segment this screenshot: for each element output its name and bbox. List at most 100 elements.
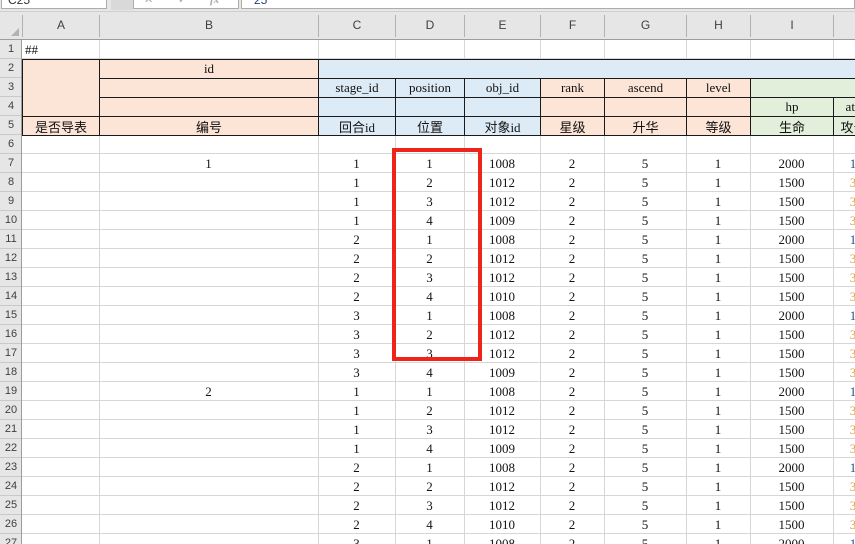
cell-F14[interactable]: 2 [540, 287, 604, 306]
cell-H9[interactable]: 1 [686, 192, 750, 211]
cell-C25[interactable]: 2 [318, 496, 395, 515]
cell-J20[interactable]: 3 [833, 401, 855, 420]
cell-D3[interactable]: position [395, 78, 465, 98]
cell-E20[interactable]: 1012 [464, 401, 540, 420]
cell-H24[interactable]: 1 [686, 477, 750, 496]
column-header-A[interactable]: A [22, 11, 100, 39]
cell-B2[interactable]: id [99, 59, 319, 79]
cell-E18[interactable]: 1009 [464, 363, 540, 382]
cell-H10[interactable]: 1 [686, 211, 750, 230]
select-all-corner[interactable] [0, 11, 22, 39]
cell-H3[interactable]: level [686, 78, 751, 98]
cell-D22[interactable]: 4 [395, 439, 464, 458]
cell-J22[interactable]: 3 [833, 439, 855, 458]
cell-G19[interactable]: 5 [604, 382, 686, 401]
cell-B5[interactable]: 编号 [99, 116, 319, 136]
cell-C19[interactable]: 1 [318, 382, 395, 401]
cell-F23[interactable]: 2 [540, 458, 604, 477]
cell-D4[interactable] [395, 97, 465, 117]
cell-D26[interactable]: 4 [395, 515, 464, 534]
cell-I4[interactable]: hp [750, 97, 834, 117]
cell-C26[interactable]: 2 [318, 515, 395, 534]
cell-D23[interactable]: 1 [395, 458, 464, 477]
cell-I26[interactable]: 1500 [750, 515, 833, 534]
cell-J10[interactable]: 3 [833, 211, 855, 230]
cell-J26[interactable]: 3 [833, 515, 855, 534]
row-header-26[interactable]: 26 [0, 515, 22, 534]
cell-I10[interactable]: 1500 [750, 211, 833, 230]
cell-J19[interactable]: 1 [833, 382, 855, 401]
cell-G22[interactable]: 5 [604, 439, 686, 458]
cell-G10[interactable]: 5 [604, 211, 686, 230]
cell-G9[interactable]: 5 [604, 192, 686, 211]
cell-G24[interactable]: 5 [604, 477, 686, 496]
cell-F16[interactable]: 2 [540, 325, 604, 344]
cell-C27[interactable]: 3 [318, 534, 395, 544]
cell-I24[interactable]: 1500 [750, 477, 833, 496]
cell-F26[interactable]: 2 [540, 515, 604, 534]
cell-A2[interactable] [22, 59, 100, 117]
column-header-F[interactable]: F [540, 11, 605, 39]
cell-J13[interactable]: 3 [833, 268, 855, 287]
column-header-E[interactable]: E [464, 11, 541, 39]
annotation-rectangle[interactable] [392, 148, 482, 361]
cell-F20[interactable]: 2 [540, 401, 604, 420]
cell-D27[interactable]: 1 [395, 534, 464, 544]
row-header-9[interactable]: 9 [0, 192, 22, 211]
cell-I23[interactable]: 2000 [750, 458, 833, 477]
cell-E24[interactable]: 1012 [464, 477, 540, 496]
column-header-B[interactable]: B [99, 11, 319, 39]
row-header-18[interactable]: 18 [0, 363, 22, 382]
cell-H8[interactable]: 1 [686, 173, 750, 192]
cell-H19[interactable]: 1 [686, 382, 750, 401]
cell-G5[interactable]: 升华 [604, 116, 687, 136]
cell-A5[interactable]: 是否导表 [22, 116, 100, 136]
column-header-G[interactable]: G [604, 11, 687, 39]
cell-B19[interactable]: 2 [99, 382, 318, 401]
cell-D25[interactable]: 3 [395, 496, 464, 515]
cell-G14[interactable]: 5 [604, 287, 686, 306]
row-header-6[interactable]: 6 [0, 135, 22, 154]
cell-C4[interactable] [318, 97, 396, 117]
cell-I27[interactable]: 2000 [750, 534, 833, 544]
cell-D18[interactable]: 4 [395, 363, 464, 382]
cell-G23[interactable]: 5 [604, 458, 686, 477]
cell-F18[interactable]: 2 [540, 363, 604, 382]
cell-G17[interactable]: 5 [604, 344, 686, 363]
cell-C14[interactable]: 2 [318, 287, 395, 306]
cell-I20[interactable]: 1500 [750, 401, 833, 420]
cell-H20[interactable]: 1 [686, 401, 750, 420]
cell-J11[interactable]: 1 [833, 230, 855, 249]
cell-J14[interactable]: 3 [833, 287, 855, 306]
cell-I5[interactable]: 生命 [750, 116, 834, 136]
cell-E5[interactable]: 对象id [464, 116, 541, 136]
cell-F19[interactable]: 2 [540, 382, 604, 401]
cell-J5[interactable]: 攻击 [833, 116, 855, 136]
cell-F27[interactable]: 2 [540, 534, 604, 544]
row-header-20[interactable]: 20 [0, 401, 22, 420]
cell-I16[interactable]: 1500 [750, 325, 833, 344]
cell-C22[interactable]: 1 [318, 439, 395, 458]
cell-G15[interactable]: 5 [604, 306, 686, 325]
cell-I9[interactable]: 1500 [750, 192, 833, 211]
cell-I22[interactable]: 1500 [750, 439, 833, 458]
column-header-J[interactable] [833, 11, 855, 39]
cell-J18[interactable]: 3 [833, 363, 855, 382]
cell-H15[interactable]: 1 [686, 306, 750, 325]
row-header-8[interactable]: 8 [0, 173, 22, 192]
insert-function-icon[interactable]: fx [210, 0, 219, 8]
cell-H4[interactable] [686, 97, 751, 117]
cell-J7[interactable]: 1 [833, 154, 855, 173]
cell-G20[interactable]: 5 [604, 401, 686, 420]
cell-J25[interactable]: 3 [833, 496, 855, 515]
cell-H13[interactable]: 1 [686, 268, 750, 287]
cell-I13[interactable]: 1500 [750, 268, 833, 287]
cell-H11[interactable]: 1 [686, 230, 750, 249]
cell-H14[interactable]: 1 [686, 287, 750, 306]
column-header-D[interactable]: D [395, 11, 465, 39]
cell-I21[interactable]: 1500 [750, 420, 833, 439]
cell-C3[interactable]: stage_id [318, 78, 396, 98]
row-header-11[interactable]: 11 [0, 230, 22, 249]
cell-F3[interactable]: rank [540, 78, 605, 98]
cell-I25[interactable]: 1500 [750, 496, 833, 515]
